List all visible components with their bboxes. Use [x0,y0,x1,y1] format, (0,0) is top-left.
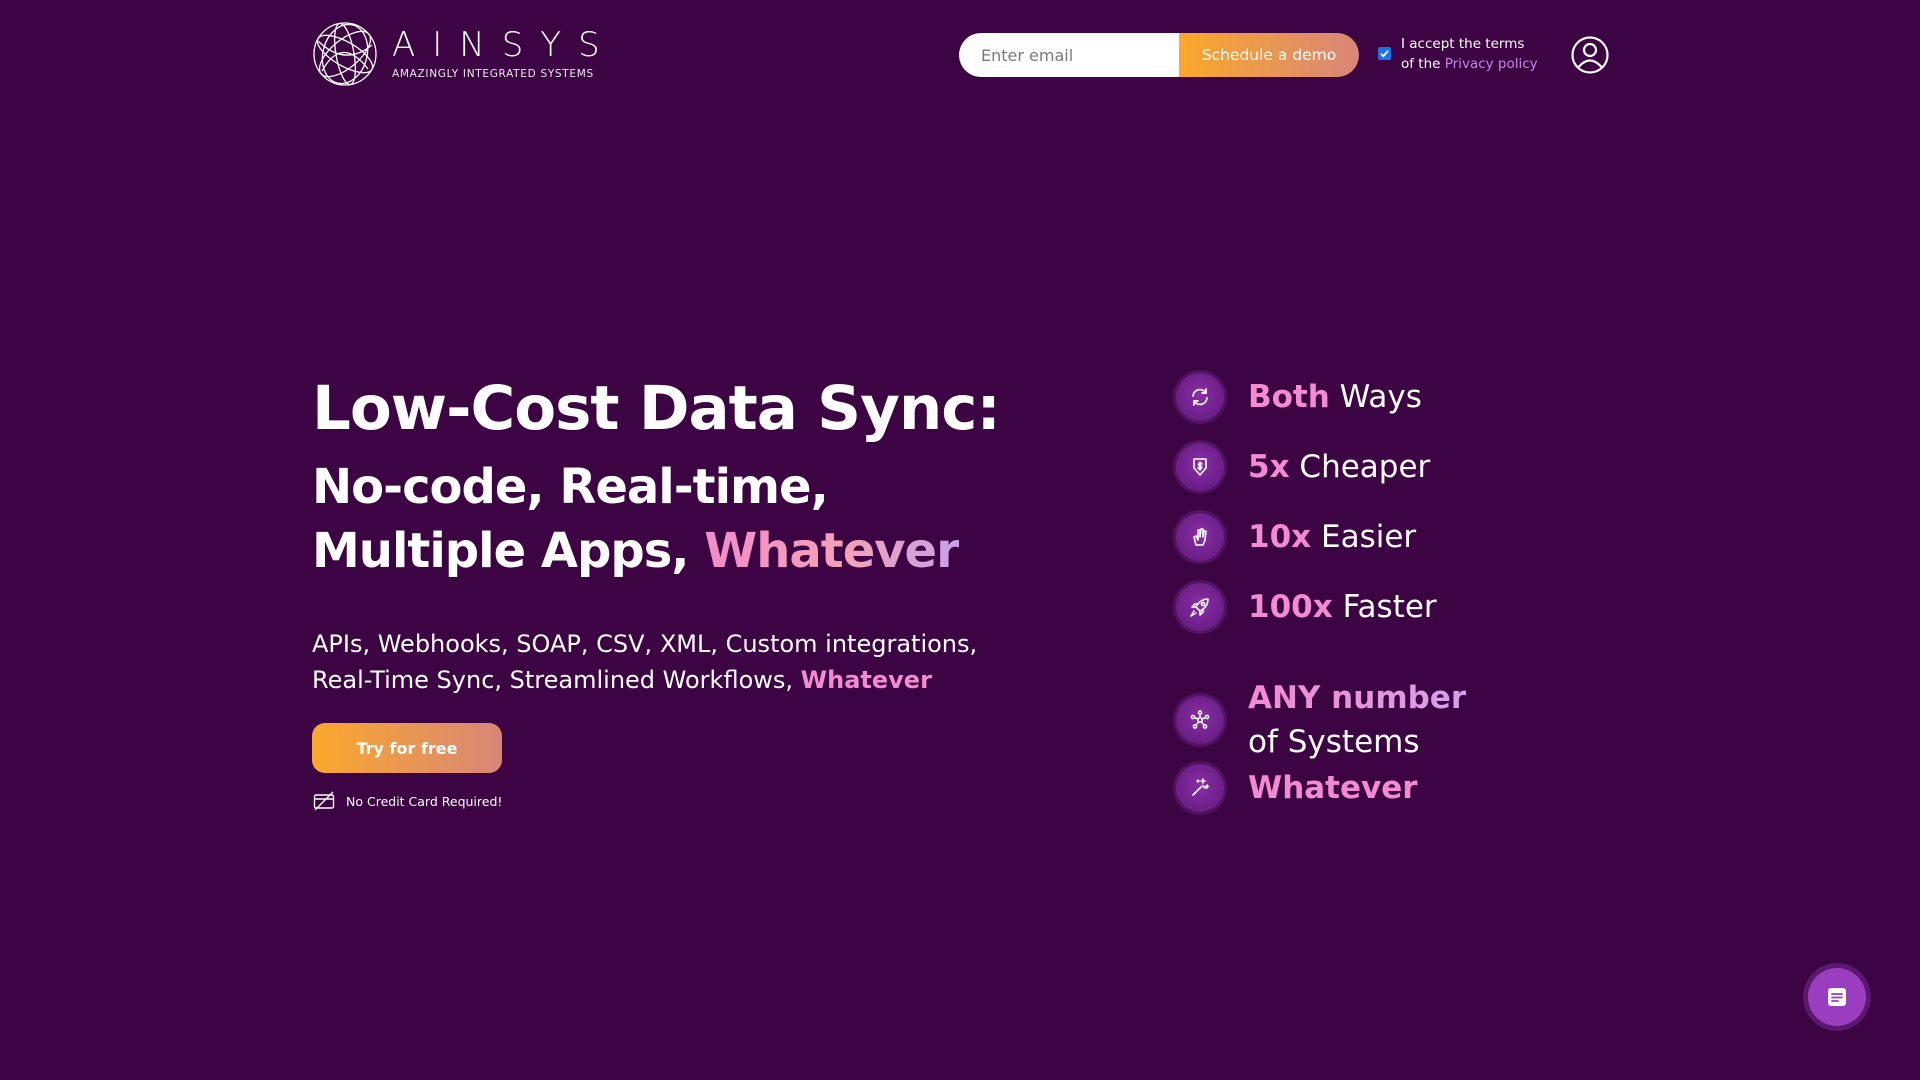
feature-text: 100x Faster [1248,585,1437,629]
feature-item: Whatever [1176,764,1418,812]
hero-subtitle: No-code, Real-time, Multiple Apps, Whate… [312,455,960,583]
rocket-icon [1176,583,1224,631]
feature-accent: 5x [1248,449,1290,485]
terms-line-1: I accept the terms [1401,36,1525,52]
terms-line-2-prefix: of the [1401,56,1445,72]
hero-subtitle-line-2: Multiple Apps, Whatever [312,519,960,583]
feature-item: 100x Faster [1176,583,1437,631]
privacy-policy-link[interactable]: Privacy policy [1445,56,1538,72]
try-for-free-button[interactable]: Try for free [312,723,502,773]
hand-gesture-icon [1176,513,1224,561]
user-circle-icon[interactable] [1570,35,1610,75]
feature-accent: ANY number [1248,676,1466,720]
terms-checkbox[interactable] [1378,47,1391,60]
feature-text: Both Ways [1248,375,1422,419]
globe-logo-icon [313,22,377,86]
feature-item: 5x Cheaper [1176,443,1430,491]
checkmark-icon [1380,50,1389,58]
network-nodes-icon [1176,696,1224,744]
terms-consent: I accept the terms of the Privacy policy [1378,34,1538,74]
terms-label: I accept the terms of the Privacy policy [1401,34,1538,74]
hero-subtitle-line-1: No-code, Real-time, [312,459,829,515]
hero-description-prefix: Real-Time Sync, Streamlined Workflows, [312,666,801,694]
hero-subtitle-prefix: Multiple Apps, [312,523,705,579]
demo-form: Schedule a demo [959,33,1359,77]
sync-arrows-icon [1176,373,1224,421]
feature-item: ANY number of Systems [1176,676,1466,764]
feature-accent: Both [1248,379,1330,415]
feature-text: Whatever [1248,766,1418,810]
brand-logo[interactable]: AINSYS AMAZINGLY INTEGRATED SYSTEMS [312,21,617,87]
feature-accent: Whatever [1248,770,1418,806]
feature-item: 10x Easier [1176,513,1416,561]
no-credit-card-icon [313,791,335,811]
feature-accent: 10x [1248,519,1312,555]
feature-label: Cheaper [1289,449,1431,485]
hero-description-highlight: Whatever [800,666,932,694]
hero-title: Low-Cost Data Sync: [312,373,1001,444]
feature-label: Easier [1311,519,1417,555]
hero-subtitle-highlight: Whatever [704,523,960,579]
feature-accent: 100x [1248,589,1333,625]
feature-text: ANY number of Systems [1248,676,1466,764]
hero-description-line-1: APIs, Webhooks, SOAP, CSV, XML, Custom i… [312,630,978,658]
chat-message-icon [1828,988,1846,1006]
feature-label: Faster [1332,589,1437,625]
magic-wand-icon [1176,764,1224,812]
hero-description-line-2: Real-Time Sync, Streamlined Workflows, W… [312,662,1012,698]
feature-label: Ways [1329,379,1422,415]
feature-text: 5x Cheaper [1248,445,1430,489]
no-card-text: No Credit Card Required! [346,793,503,809]
schedule-demo-button[interactable]: Schedule a demo [1179,33,1359,77]
no-card-note: No Credit Card Required! [313,791,502,811]
chat-widget-button[interactable] [1808,968,1866,1026]
brand-name: AINSYS [392,25,617,65]
feature-item: Both Ways [1176,373,1422,421]
terms-line-2: of the Privacy policy [1401,54,1538,74]
brand-tagline: AMAZINGLY INTEGRATED SYSTEMS [392,68,594,80]
hero-description: APIs, Webhooks, SOAP, CSV, XML, Custom i… [312,626,1012,698]
email-input[interactable] [959,33,1179,77]
feature-text: 10x Easier [1248,515,1416,559]
price-down-icon [1176,443,1224,491]
feature-label: of Systems [1248,724,1420,760]
